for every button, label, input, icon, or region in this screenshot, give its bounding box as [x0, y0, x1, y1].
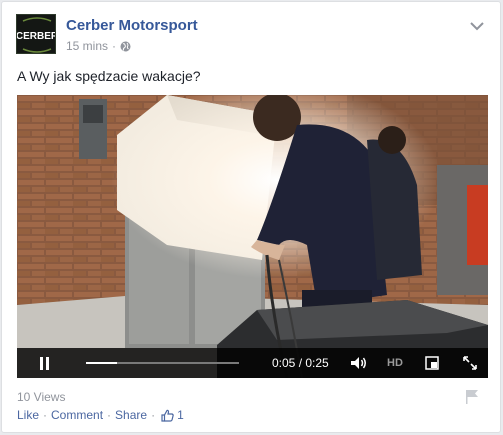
post-card: CERBER Cerber Motorsport 15 mins · A Wy … [1, 1, 501, 433]
post-timestamp[interactable]: 15 mins [66, 39, 108, 53]
post-actions: Like · Comment · Share · 1 [17, 408, 184, 422]
chevron-down-icon[interactable] [470, 18, 484, 31]
picture-in-picture-icon[interactable] [425, 356, 439, 370]
video-time: 0:05 / 0:25 [272, 356, 329, 370]
view-count: 10 Views [17, 390, 66, 404]
action-separator: · [151, 408, 156, 422]
action-separator: · [107, 408, 112, 422]
post-meta: 15 mins · [66, 39, 131, 53]
meta-separator: · [112, 39, 117, 53]
video-controls: 0:05 / 0:25 HD [17, 348, 488, 378]
post-header: CERBER Cerber Motorsport 15 mins · [16, 14, 486, 58]
like-count[interactable]: 1 [177, 408, 184, 422]
pause-icon[interactable] [40, 357, 52, 370]
video-frame [17, 95, 488, 378]
post-message: A Wy jak spędzacie wakacje? [17, 68, 201, 84]
hd-toggle[interactable]: HD [387, 357, 403, 369]
globe-icon[interactable] [120, 41, 131, 52]
thumbs-up-icon[interactable] [161, 409, 174, 422]
page-name-link[interactable]: Cerber Motorsport [66, 17, 198, 34]
fullscreen-icon[interactable] [463, 356, 477, 370]
action-separator: · [43, 408, 48, 422]
flag-icon[interactable] [465, 389, 479, 405]
avatar[interactable]: CERBER [16, 14, 56, 54]
share-link[interactable]: Share [115, 408, 147, 422]
video-progress-fill [86, 362, 117, 364]
like-link[interactable]: Like [17, 408, 39, 422]
video-progress-bar[interactable] [86, 362, 239, 364]
video-player[interactable]: 0:05 / 0:25 HD [17, 95, 488, 378]
comment-link[interactable]: Comment [51, 408, 103, 422]
avatar-logo-text: CERBER [17, 31, 56, 42]
volume-icon[interactable] [350, 356, 368, 370]
